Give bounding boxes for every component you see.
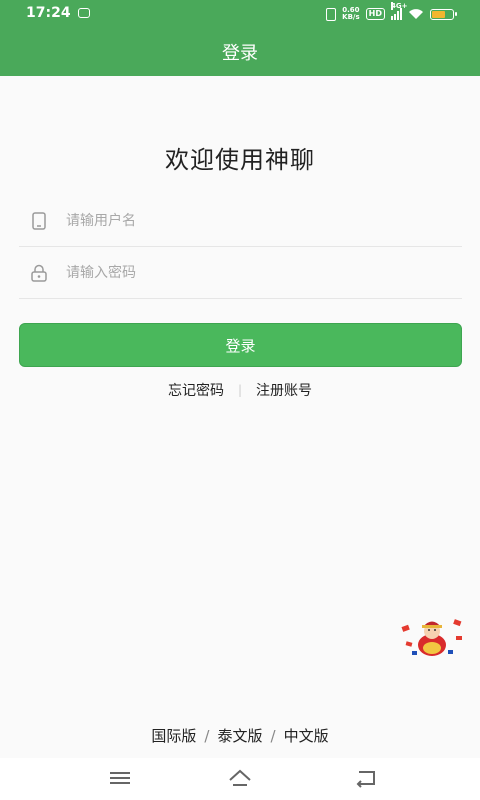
- notification-icon: [78, 8, 90, 18]
- network-speed: 0.60 KB/s: [342, 7, 359, 21]
- welcome-heading: 欢迎使用神聊: [165, 146, 315, 174]
- back-icon[interactable]: [354, 768, 378, 788]
- home-icon[interactable]: [228, 768, 252, 788]
- username-input[interactable]: [64, 211, 428, 230]
- version-switcher: 国际版 / 泰文版 / 中文版: [0, 725, 480, 746]
- phone-icon: [29, 211, 49, 231]
- password-field: [19, 247, 462, 299]
- network-speed-unit: KB/s: [342, 13, 360, 21]
- system-nav-bar: [0, 758, 480, 800]
- account-links: 忘记密码 | 注册账号: [0, 380, 480, 400]
- lock-icon: [29, 263, 49, 283]
- hd-icon: HD: [365, 8, 385, 20]
- page-title: 登录: [222, 43, 258, 64]
- status-indicators: 0.60 KB/s HD 4G+: [326, 2, 457, 22]
- battery-level: [432, 10, 445, 18]
- battery-icon: [430, 8, 457, 20]
- signal-icon: 4G+: [391, 2, 407, 20]
- vibrate-icon: [326, 7, 337, 21]
- status-bar: 17:24 0.60 KB/s HD 4G+: [0, 0, 480, 28]
- version-thai[interactable]: 泰文版: [217, 725, 262, 746]
- version-separator: /: [204, 726, 210, 745]
- menu-icon[interactable]: [108, 768, 132, 788]
- login-button[interactable]: 登录: [19, 323, 462, 367]
- forgot-password-link[interactable]: 忘记密码: [168, 380, 224, 400]
- username-field: [19, 195, 462, 247]
- wifi-icon: [409, 9, 423, 19]
- title-bar: 登录: [0, 28, 480, 76]
- password-input[interactable]: [64, 263, 428, 282]
- version-international[interactable]: 国际版: [151, 725, 196, 746]
- mascot-icon[interactable]: [398, 614, 466, 658]
- version-separator: /: [270, 726, 276, 745]
- login-screen: 17:24 0.60 KB/s HD 4G+ 登录 欢迎使用神聊 请输用户名 登…: [0, 0, 480, 800]
- signal-label: 4G+: [391, 2, 408, 10]
- link-separator: |: [237, 383, 243, 397]
- status-time: 17:24: [26, 5, 71, 21]
- version-chinese[interactable]: 中文版: [284, 725, 329, 746]
- register-link[interactable]: 注册账号: [256, 380, 312, 400]
